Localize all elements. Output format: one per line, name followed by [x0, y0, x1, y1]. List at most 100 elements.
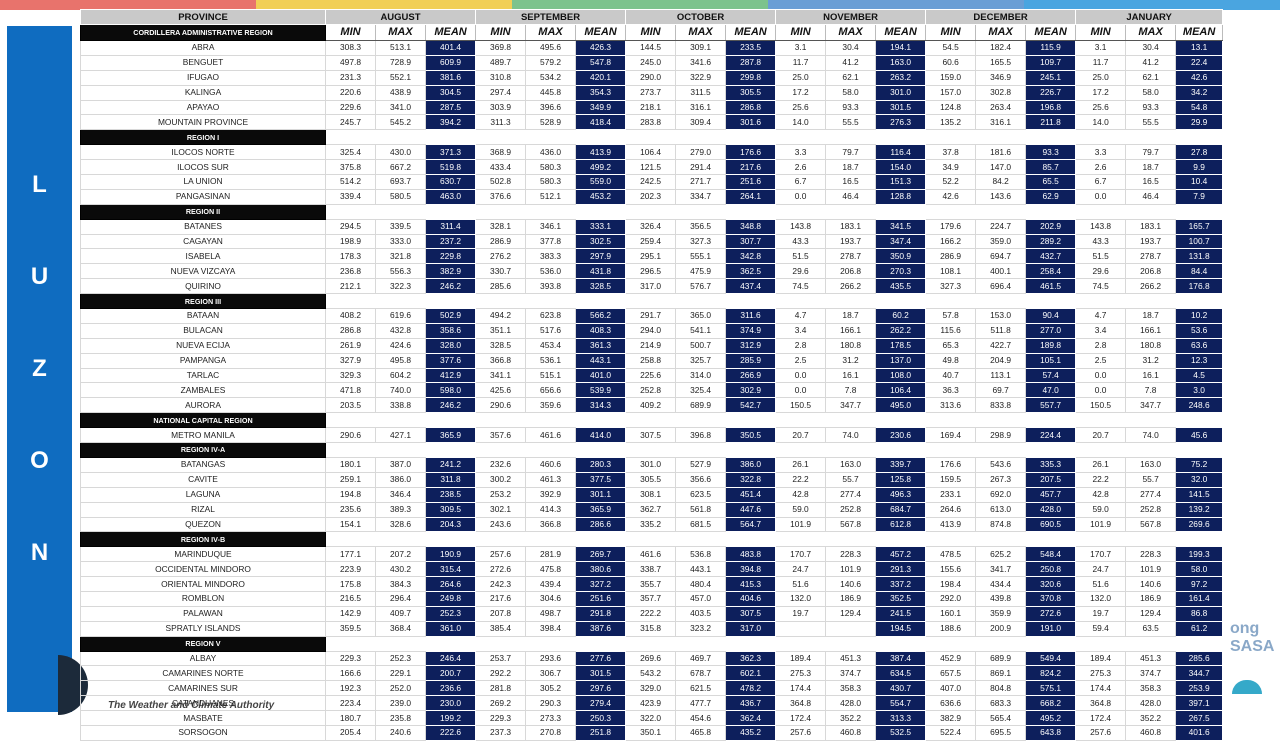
- min-value: 286.8: [325, 322, 376, 339]
- min-value: 328.5: [475, 337, 527, 354]
- empty-cell: [725, 204, 776, 220]
- max-value: 18.7: [825, 308, 877, 324]
- max-value: 565.4: [975, 710, 1027, 726]
- mean-value: 436.7: [725, 695, 777, 712]
- empty-cell: [825, 636, 876, 652]
- max-value: 377.8: [525, 233, 577, 250]
- max-value: 432.8: [375, 322, 426, 339]
- min-value: 327.9: [325, 352, 376, 369]
- mean-value: 226.7: [1025, 84, 1077, 101]
- empty-cell: [775, 442, 826, 458]
- province-name: ILOCOS SUR: [80, 159, 326, 176]
- min-value: 368.9: [475, 144, 527, 161]
- max-value: 580.5: [375, 188, 426, 205]
- province-name: MARINDUQUE: [80, 546, 326, 563]
- month-header-row: PROVINCE AUGUST SEPTEMBER OCTOBER NOVEMB…: [80, 9, 1224, 25]
- max-value: 74.0: [825, 427, 877, 444]
- mean-value: 229.8: [424, 248, 477, 265]
- min-value: 478.5: [925, 546, 977, 563]
- mean-value: 542.7: [725, 397, 777, 414]
- min-value: 2.6: [775, 159, 827, 176]
- mean-value: 62.9: [1025, 188, 1077, 205]
- empty-cell: [1125, 636, 1176, 652]
- mean-value: 84.4: [1175, 263, 1224, 280]
- mean-value: 196.8: [1025, 99, 1077, 116]
- mean-value: 47.0: [1025, 382, 1077, 399]
- province-row: PALAWAN 142.9 409.7 252.3 207.8 498.7 291.8 222…: [80, 605, 1224, 622]
- mean-value: 519.8: [424, 159, 477, 176]
- mean-value: 420.1: [575, 69, 627, 86]
- mean-value: 352.5: [875, 590, 927, 607]
- mean-value: 9.9: [1175, 159, 1224, 176]
- subheader-row: CORDILLERA ADMINISTRATIVE REGION MIN MAX ME…: [80, 24, 1224, 41]
- min-value: 51.5: [1075, 248, 1127, 265]
- province-row: PAMPANGA 327.9 495.8 377.6 366.8 536.1 443.1 25…: [80, 352, 1224, 369]
- max-value: 461.6: [525, 427, 577, 444]
- empty-cell: [625, 204, 676, 220]
- province-name: SPRATLY ISLANDS: [80, 620, 326, 637]
- min-value: 157.0: [925, 84, 977, 101]
- min-value: 283.8: [625, 114, 677, 131]
- empty-cell: [625, 129, 676, 145]
- min-value: 160.1: [925, 605, 977, 622]
- empty-cell: [825, 442, 876, 458]
- min-value: 166.2: [925, 233, 977, 250]
- empty-cell: [725, 636, 776, 652]
- mean-value: 54.8: [1175, 99, 1224, 116]
- province-row: ISABELA 178.3 321.8 229.8 276.2 383.3 297.9 295…: [80, 248, 1224, 265]
- min-value: 295.1: [625, 248, 677, 265]
- mean-value: 328.0: [424, 337, 477, 354]
- empty-cell: [925, 412, 976, 428]
- max-value: 55.7: [825, 471, 877, 488]
- max-value: 224.7: [975, 218, 1027, 235]
- min-value: [775, 620, 827, 637]
- province-name: CAMARINES SUR: [80, 680, 326, 697]
- min-value: 26.1: [1075, 456, 1127, 473]
- max-value: 475.8: [525, 561, 577, 578]
- max-value: 543.6: [975, 456, 1027, 473]
- min-value: 253.2: [475, 486, 527, 503]
- empty-cell: [575, 204, 626, 220]
- max-value: 55.7: [1125, 471, 1177, 488]
- mean-value: 90.4: [1025, 308, 1077, 324]
- stat-subheader: MIN: [925, 24, 977, 41]
- min-value: 0.0: [775, 382, 827, 399]
- max-value: 166.1: [1125, 322, 1177, 339]
- mean-value: 301.6: [725, 114, 777, 131]
- max-value: 129.4: [825, 605, 877, 622]
- min-value: 2.8: [775, 337, 827, 354]
- max-value: 460.8: [825, 724, 877, 741]
- max-value: 277.4: [825, 486, 877, 503]
- min-value: 242.5: [625, 174, 677, 190]
- mean-value: 163.0: [875, 54, 927, 71]
- max-value: 270.8: [525, 724, 577, 741]
- province-row: MOUNTAIN PROVINCE 245.7 545.2 394.2 311.3 528…: [80, 114, 1224, 131]
- min-value: 20.7: [775, 427, 827, 444]
- province-name: ISABELA: [80, 248, 326, 265]
- max-value: 695.5: [975, 724, 1027, 741]
- min-value: 166.6: [325, 665, 376, 682]
- min-value: 49.8: [925, 352, 977, 369]
- mean-value: 382.9: [424, 263, 477, 280]
- empty-cell: [975, 636, 1026, 652]
- mean-value: 495.2: [1025, 710, 1077, 726]
- min-value: 144.5: [625, 40, 677, 56]
- min-value: 3.4: [775, 322, 827, 339]
- min-value: 294.0: [625, 322, 677, 339]
- mean-value: 131.8: [1175, 248, 1224, 265]
- empty-cell: [775, 412, 826, 428]
- empty-cell: [1075, 204, 1126, 220]
- mean-value: 241.5: [875, 605, 927, 622]
- min-value: 359.5: [325, 620, 376, 637]
- min-value: 317.0: [625, 278, 677, 295]
- max-value: 41.2: [825, 54, 877, 71]
- max-value: 368.4: [375, 620, 426, 637]
- max-value: 740.0: [375, 382, 426, 399]
- mean-value: 432.7: [1025, 248, 1077, 265]
- max-value: 341.7: [975, 561, 1027, 578]
- max-value: [825, 620, 877, 637]
- region-name: REGION II: [80, 203, 326, 220]
- mean-value: 286.8: [725, 99, 777, 116]
- max-value: 527.9: [675, 456, 727, 473]
- mean-value: 374.9: [725, 322, 777, 339]
